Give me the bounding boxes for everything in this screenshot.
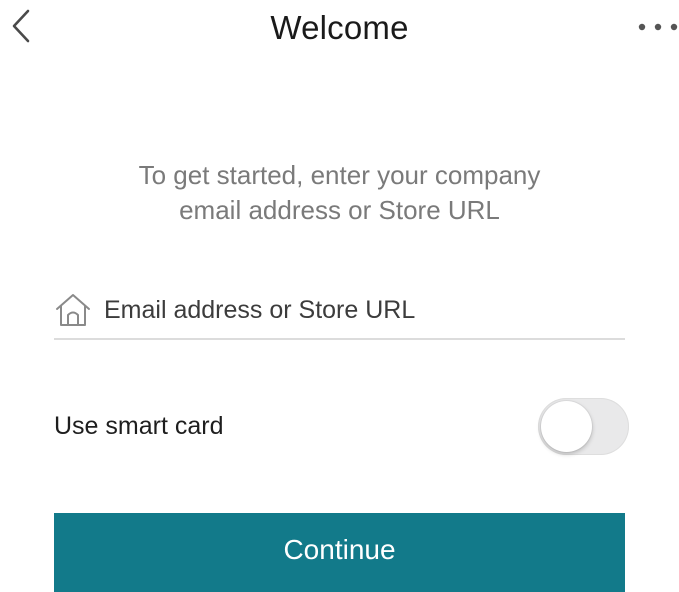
store-url-field[interactable] bbox=[54, 282, 625, 340]
welcome-screen: Welcome To get started, enter your compa… bbox=[0, 0, 679, 592]
house-icon bbox=[54, 292, 92, 328]
more-horizontal-icon bbox=[633, 20, 679, 38]
smart-card-label: Use smart card bbox=[54, 411, 224, 440]
intro-line-2: email address or Store URL bbox=[179, 195, 500, 225]
intro-line-1: To get started, enter your company bbox=[138, 160, 541, 190]
more-options-button[interactable] bbox=[633, 14, 679, 44]
toggle-knob bbox=[541, 400, 592, 452]
store-url-input[interactable] bbox=[104, 290, 625, 330]
header: Welcome bbox=[0, 0, 679, 60]
page-title: Welcome bbox=[270, 9, 409, 46]
intro-text: To get started, enter your company email… bbox=[0, 158, 679, 228]
smart-card-toggle[interactable] bbox=[538, 397, 629, 455]
continue-button[interactable]: Continue bbox=[54, 513, 625, 592]
smart-card-row: Use smart card bbox=[54, 396, 629, 456]
